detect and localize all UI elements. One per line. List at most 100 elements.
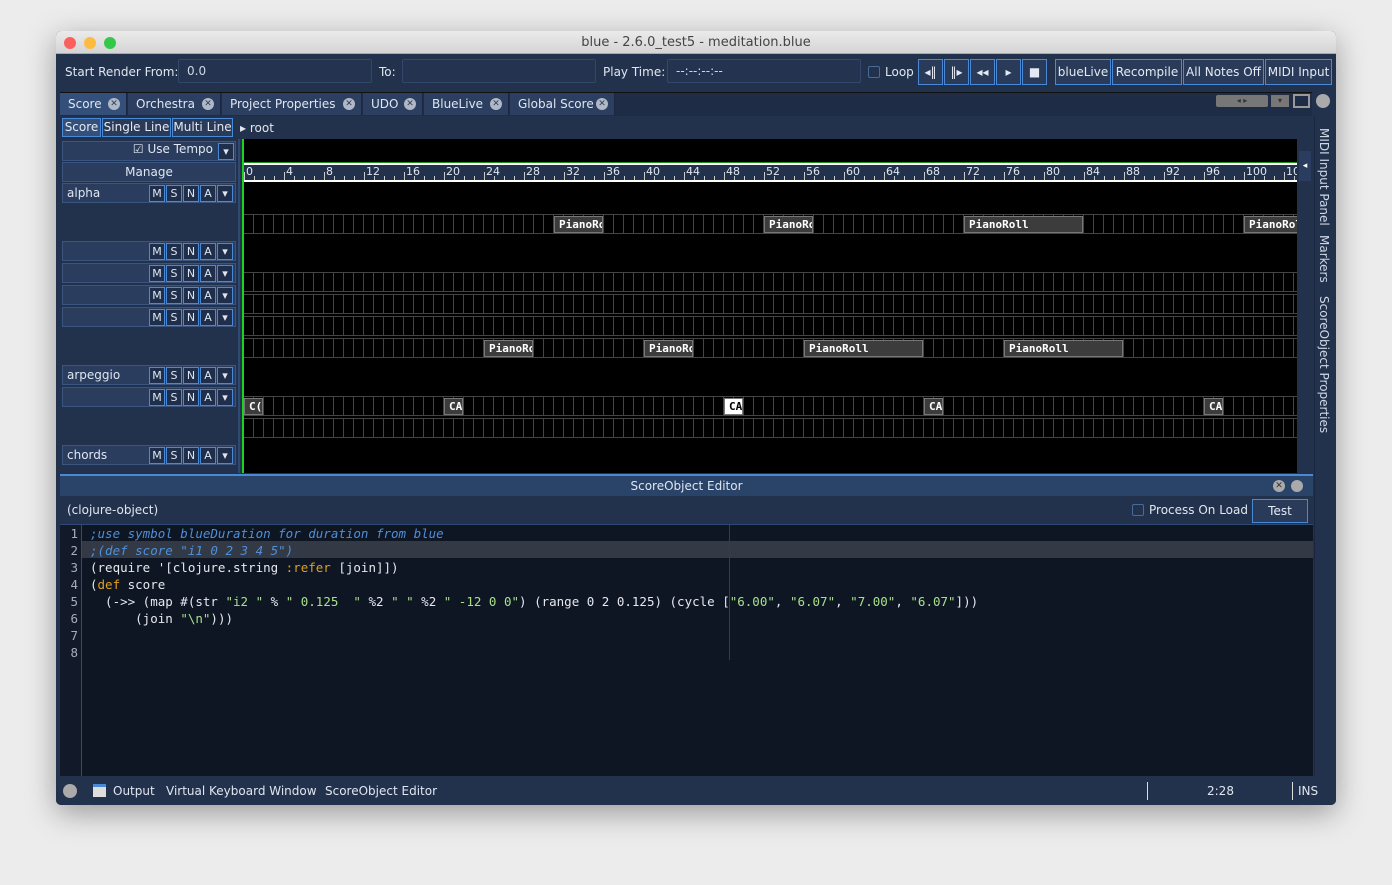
- score-object[interactable]: PianoRoll: [764, 216, 813, 233]
- track-header[interactable]: M S N A ▾: [62, 263, 236, 283]
- rewind-to-start-icon[interactable]: ◂‖: [918, 59, 943, 85]
- track-automation-button[interactable]: A: [200, 287, 216, 304]
- track-lane[interactable]: PianoRoll PianoRoll PianoRoll PianoRoll: [243, 214, 1297, 234]
- all-notes-off-button[interactable]: All Notes Off: [1183, 59, 1264, 85]
- track-automation-button[interactable]: A: [200, 309, 216, 326]
- zoom-window-button[interactable]: [104, 37, 116, 49]
- track-solo-button[interactable]: S: [166, 309, 182, 326]
- track-name[interactable]: arpeggio: [67, 368, 120, 382]
- tab-project-properties[interactable]: Project Properties ✕: [222, 93, 362, 115]
- use-tempo-checkbox[interactable]: ☑ Use Tempo: [133, 142, 213, 156]
- score-object[interactable]: PianoRoll: [1244, 216, 1297, 233]
- collapse-ruler-icon[interactable]: ◂: [1299, 151, 1311, 181]
- track-header[interactable]: alpha M S N A ▾: [62, 183, 236, 203]
- status-virtual-keyboard[interactable]: Virtual Keyboard Window: [166, 784, 317, 798]
- track-automation-button[interactable]: A: [200, 185, 216, 202]
- track-solo-button[interactable]: S: [166, 447, 182, 464]
- score-mode-score[interactable]: Score: [62, 118, 101, 137]
- side-tab-markers[interactable]: Markers: [1317, 235, 1331, 283]
- track-note-button[interactable]: N: [183, 265, 199, 282]
- minimize-window-button[interactable]: [84, 37, 96, 49]
- manage-button[interactable]: Manage: [62, 162, 236, 182]
- track-note-button[interactable]: N: [183, 367, 199, 384]
- stop-icon[interactable]: ■: [1022, 59, 1047, 85]
- track-mute-button[interactable]: M: [149, 367, 165, 384]
- track-menu-dropdown-icon[interactable]: ▾: [217, 447, 233, 464]
- code-line[interactable]: (join "\n"))): [90, 611, 233, 626]
- score-object[interactable]: CA: [924, 398, 943, 415]
- track-menu-dropdown-icon[interactable]: ▾: [217, 243, 233, 260]
- track-solo-button[interactable]: S: [166, 287, 182, 304]
- track-lane[interactable]: C(CA CA CA CA: [243, 396, 1297, 416]
- code-editor[interactable]: 1 ;use symbol blueDuration for duration f…: [60, 524, 1313, 776]
- track-solo-button[interactable]: S: [166, 367, 182, 384]
- close-tab-icon[interactable]: ✕: [202, 98, 214, 110]
- start-render-input[interactable]: 0.0: [178, 59, 372, 83]
- track-mute-button[interactable]: M: [149, 265, 165, 282]
- score-object[interactable]: PianoRoll: [804, 340, 923, 357]
- track-menu-dropdown-icon[interactable]: ▾: [217, 287, 233, 304]
- track-note-button[interactable]: N: [183, 389, 199, 406]
- recompile-button[interactable]: Recompile: [1112, 59, 1182, 85]
- code-line[interactable]: ;(def score "i1 0 2 3 4 5"): [90, 543, 293, 558]
- score-timeline[interactable]: PianoRollPianoRollPianoRollPianoRollPian…: [243, 182, 1297, 473]
- track-automation-button[interactable]: A: [200, 447, 216, 464]
- breadcrumb-root[interactable]: root: [250, 121, 274, 135]
- track-menu-dropdown-icon[interactable]: ▾: [217, 367, 233, 384]
- bluelive-button[interactable]: blueLive: [1055, 59, 1111, 85]
- track-name[interactable]: alpha: [67, 186, 100, 200]
- score-mode-single-line[interactable]: Single Line: [102, 118, 171, 137]
- status-scoreobject-editor[interactable]: ScoreObject Editor: [325, 784, 437, 798]
- track-lane[interactable]: [243, 316, 1297, 336]
- track-mute-button[interactable]: M: [149, 309, 165, 326]
- track-note-button[interactable]: N: [183, 185, 199, 202]
- track-lane[interactable]: [243, 272, 1297, 292]
- midi-input-button[interactable]: MIDI Input: [1265, 59, 1332, 85]
- track-menu-dropdown-icon[interactable]: ▾: [217, 309, 233, 326]
- rewind-icon[interactable]: ◂◂: [970, 59, 995, 85]
- track-automation-button[interactable]: A: [200, 389, 216, 406]
- track-note-button[interactable]: N: [183, 309, 199, 326]
- tempo-dropdown-icon[interactable]: ▾: [218, 143, 234, 160]
- time-ruler[interactable]: 0 4 8 12 16 20 24 28 32 36 40 44 48 52 56 60 64 68 72 76 80 8…: [243, 163, 1297, 182]
- process-on-load-checkbox[interactable]: [1132, 504, 1144, 516]
- code-line[interactable]: ;use symbol blueDuration for duration fr…: [90, 526, 444, 541]
- score-object[interactable]: PianoRoll: [644, 340, 693, 357]
- score-object[interactable]: PianoRoll: [964, 216, 1083, 233]
- track-menu-dropdown-icon[interactable]: ▾: [217, 185, 233, 202]
- status-output[interactable]: Output: [113, 784, 155, 798]
- tab-udo[interactable]: UDO ✕: [363, 93, 423, 115]
- score-object[interactable]: PianoRoll: [554, 216, 603, 233]
- score-object[interactable]: PianoRoll: [1004, 340, 1123, 357]
- restore-window-icon[interactable]: [1316, 94, 1330, 108]
- track-mute-button[interactable]: M: [149, 185, 165, 202]
- track-menu-dropdown-icon[interactable]: ▾: [217, 389, 233, 406]
- maximize-icon[interactable]: [1293, 94, 1310, 108]
- track-mute-button[interactable]: M: [149, 243, 165, 260]
- track-automation-button[interactable]: A: [200, 367, 216, 384]
- score-object[interactable]: CA: [444, 398, 463, 415]
- tab-bluelive[interactable]: BlueLive ✕: [424, 93, 509, 115]
- track-solo-button[interactable]: S: [166, 389, 182, 406]
- close-tab-icon[interactable]: ✕: [490, 98, 502, 110]
- play-from-marker-icon[interactable]: ‖▸: [944, 59, 969, 85]
- track-header[interactable]: chords M S N A ▾: [62, 445, 236, 465]
- track-lane[interactable]: [243, 418, 1297, 438]
- float-editor-icon[interactable]: [1291, 480, 1303, 492]
- close-tab-icon[interactable]: ✕: [343, 98, 355, 110]
- test-button[interactable]: Test: [1252, 499, 1308, 523]
- track-mute-button[interactable]: M: [149, 287, 165, 304]
- track-header[interactable]: M S N A ▾: [62, 241, 236, 261]
- track-name[interactable]: chords: [67, 448, 107, 462]
- code-line[interactable]: (def score: [90, 577, 165, 592]
- close-tab-icon[interactable]: ✕: [404, 98, 416, 110]
- track-header[interactable]: M S N A ▾: [62, 387, 236, 407]
- tab-scroll-arrows[interactable]: ◂ ▸: [1216, 95, 1268, 107]
- score-object[interactable]: C(: [244, 398, 263, 415]
- close-tab-icon[interactable]: ✕: [596, 98, 608, 110]
- track-lane[interactable]: [243, 294, 1297, 314]
- code-line[interactable]: (require '[clojure.string :refer [join]]…: [90, 560, 399, 575]
- score-object[interactable]: PianoRoll: [484, 340, 533, 357]
- score-object[interactable]: CA: [1204, 398, 1223, 415]
- track-menu-dropdown-icon[interactable]: ▾: [217, 265, 233, 282]
